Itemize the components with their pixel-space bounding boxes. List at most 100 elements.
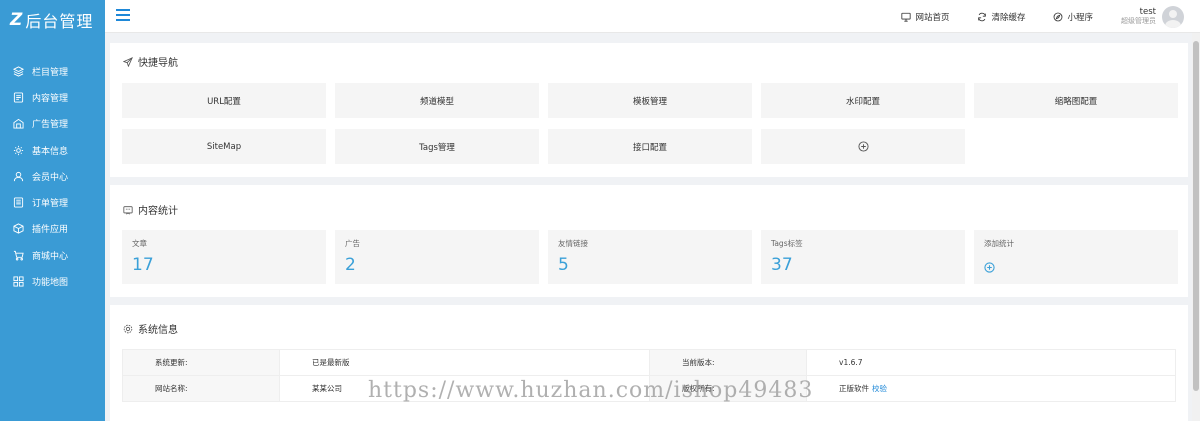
plus-circle-icon[interactable] (984, 262, 995, 273)
stat-card-ads[interactable]: 广告 2 (335, 230, 539, 284)
panel-title-text: 内容统计 (138, 206, 178, 217)
content-stats-panel: 内容统计 文章 17 广告 2 友情链接 5 Tags标签 37 添加统计 (110, 185, 1188, 297)
stat-label: 添加统计 (984, 239, 1014, 248)
logo[interactable]: Z 后台管理 (0, 0, 105, 40)
sidebar-item-basic-info[interactable]: 基本信息 (0, 137, 105, 163)
nav-url-config[interactable]: URL配置 (122, 83, 326, 118)
stats-icon (123, 205, 133, 214)
nav-add-button[interactable] (761, 129, 965, 164)
info-value: 正版软件 (839, 384, 869, 393)
table-row: 系统更新: 已是最新版 当前版本: v1.6.7 (122, 349, 1176, 376)
sidebar-menu: 栏目管理 内容管理 广告管理 基本信息 会员中心 订单管理 插件应用 商城中心 (0, 58, 105, 295)
sidebar-item-label: 基本信息 (32, 146, 69, 157)
send-icon (123, 56, 133, 67)
nav-tags-manage[interactable]: Tags管理 (335, 129, 539, 164)
top-link-label: 清除缓存 (991, 12, 1026, 23)
info-label: 系统更新: (122, 349, 280, 376)
panel-title-text: 系统信息 (138, 325, 178, 336)
stat-card-articles[interactable]: 文章 17 (122, 230, 326, 284)
sidebar-item-label: 会员中心 (32, 172, 69, 183)
menu-toggle-icon[interactable] (116, 9, 130, 21)
ad-icon (13, 118, 24, 129)
nav-api-config[interactable]: 接口配置 (548, 129, 752, 164)
refresh-icon (978, 12, 987, 21)
sidebar-item-label: 功能地图 (32, 278, 69, 289)
info-label: 网站名称: (122, 375, 280, 402)
scrollbar-thumb[interactable] (1193, 41, 1199, 391)
nav-thumbnail-config[interactable]: 缩略图配置 (974, 83, 1178, 118)
sidebar-item-column[interactable]: 栏目管理 (0, 58, 105, 84)
logo-mark: Z (10, 10, 23, 30)
user-name: test (1139, 7, 1156, 17)
sidebar-item-plugin[interactable]: 插件应用 (0, 216, 105, 242)
site-home-link[interactable]: 网站首页 (901, 11, 949, 23)
stat-card-links[interactable]: 友情链接 5 (548, 230, 752, 284)
sidebar: Z 后台管理 栏目管理 内容管理 广告管理 基本信息 会员中心 订单管理 插件应… (0, 0, 105, 421)
table-row: 网站名称: 某某公司 版权所有: 正版软件 校验 (122, 375, 1176, 402)
user-role: 超级管理员 (1121, 17, 1156, 25)
mini-program-link[interactable]: 小程序 (1053, 11, 1093, 23)
gear-icon (13, 145, 24, 156)
stat-value: 37 (771, 255, 793, 275)
monitor-icon (901, 12, 912, 22)
stat-label: 文章 (132, 239, 147, 248)
sidebar-item-member[interactable]: 会员中心 (0, 163, 105, 189)
info-value: 某某公司 (279, 375, 650, 402)
sidebar-item-label: 商城中心 (32, 251, 69, 262)
content-stats-title: 内容统计 (110, 202, 178, 217)
stat-label: 友情链接 (558, 239, 588, 248)
cart-icon (13, 250, 24, 261)
panel-title-text: 快捷导航 (138, 58, 178, 69)
avatar[interactable] (1162, 5, 1184, 28)
stat-label: Tags标签 (771, 239, 803, 248)
top-links: 网站首页 清除缓存 小程序 test 超级管理员 (901, 0, 1200, 33)
user-menu[interactable]: test 超级管理员 (1121, 5, 1184, 28)
system-info-table: 系统更新: 已是最新版 当前版本: v1.6.7 网站名称: 某某公司 版权所有… (122, 349, 1176, 402)
sidebar-item-order[interactable]: 订单管理 (0, 189, 105, 215)
grid-icon (13, 276, 24, 287)
info-label: 版权所有: (649, 375, 807, 402)
stat-card-tags[interactable]: Tags标签 37 (761, 230, 965, 284)
stat-value: 2 (345, 255, 356, 275)
system-info-panel: 系统信息 系统更新: 已是最新版 当前版本: v1.6.7 网站名称: 某某公司… (110, 305, 1188, 421)
plus-circle-icon (857, 141, 869, 152)
info-value-cell: 正版软件 校验 (806, 375, 1176, 402)
stat-value: 17 (132, 255, 154, 275)
gear-icon (123, 324, 133, 333)
sidebar-item-label: 订单管理 (32, 199, 69, 210)
sidebar-item-label: 内容管理 (32, 93, 69, 104)
info-label: 当前版本: (649, 349, 807, 376)
sidebar-item-mall[interactable]: 商城中心 (0, 242, 105, 268)
verify-link[interactable]: 校验 (872, 384, 887, 393)
sidebar-item-content[interactable]: 内容管理 (0, 84, 105, 110)
layers-icon (13, 66, 24, 77)
nav-sitemap[interactable]: SiteMap (122, 129, 326, 164)
sidebar-item-label: 插件应用 (32, 225, 69, 236)
quick-nav-title: 快捷导航 (110, 54, 178, 69)
clear-cache-link[interactable]: 清除缓存 (977, 11, 1025, 23)
page-scrollbar[interactable] (1192, 33, 1200, 421)
order-icon (13, 197, 24, 208)
cube-icon (13, 223, 24, 235)
sidebar-item-ad[interactable]: 广告管理 (0, 111, 105, 137)
sidebar-item-function-map[interactable]: 功能地图 (0, 268, 105, 294)
quick-nav-panel: 快捷导航 URL配置 频道模型 模板管理 水印配置 缩略图配置 SiteMap … (110, 43, 1188, 177)
compass-icon (1054, 12, 1063, 21)
top-link-label: 小程序 (1067, 12, 1093, 23)
stat-card-add[interactable]: 添加统计 (974, 230, 1178, 284)
stat-label: 广告 (345, 239, 360, 248)
info-value: v1.6.7 (806, 349, 1176, 376)
nav-watermark-config[interactable]: 水印配置 (761, 83, 965, 118)
top-link-label: 网站首页 (915, 12, 950, 23)
nav-template-manage[interactable]: 模板管理 (548, 83, 752, 118)
info-value: 已是最新版 (279, 349, 650, 376)
sidebar-item-label: 广告管理 (32, 120, 69, 131)
topbar: 网站首页 清除缓存 小程序 test 超级管理员 (105, 0, 1200, 33)
user-icon (13, 171, 24, 182)
stat-value: 5 (558, 255, 569, 275)
sidebar-item-label: 栏目管理 (32, 67, 69, 78)
nav-channel-model[interactable]: 频道模型 (335, 83, 539, 118)
logo-text: 后台管理 (25, 12, 94, 31)
document-icon (13, 92, 24, 103)
system-info-title: 系统信息 (110, 321, 178, 336)
